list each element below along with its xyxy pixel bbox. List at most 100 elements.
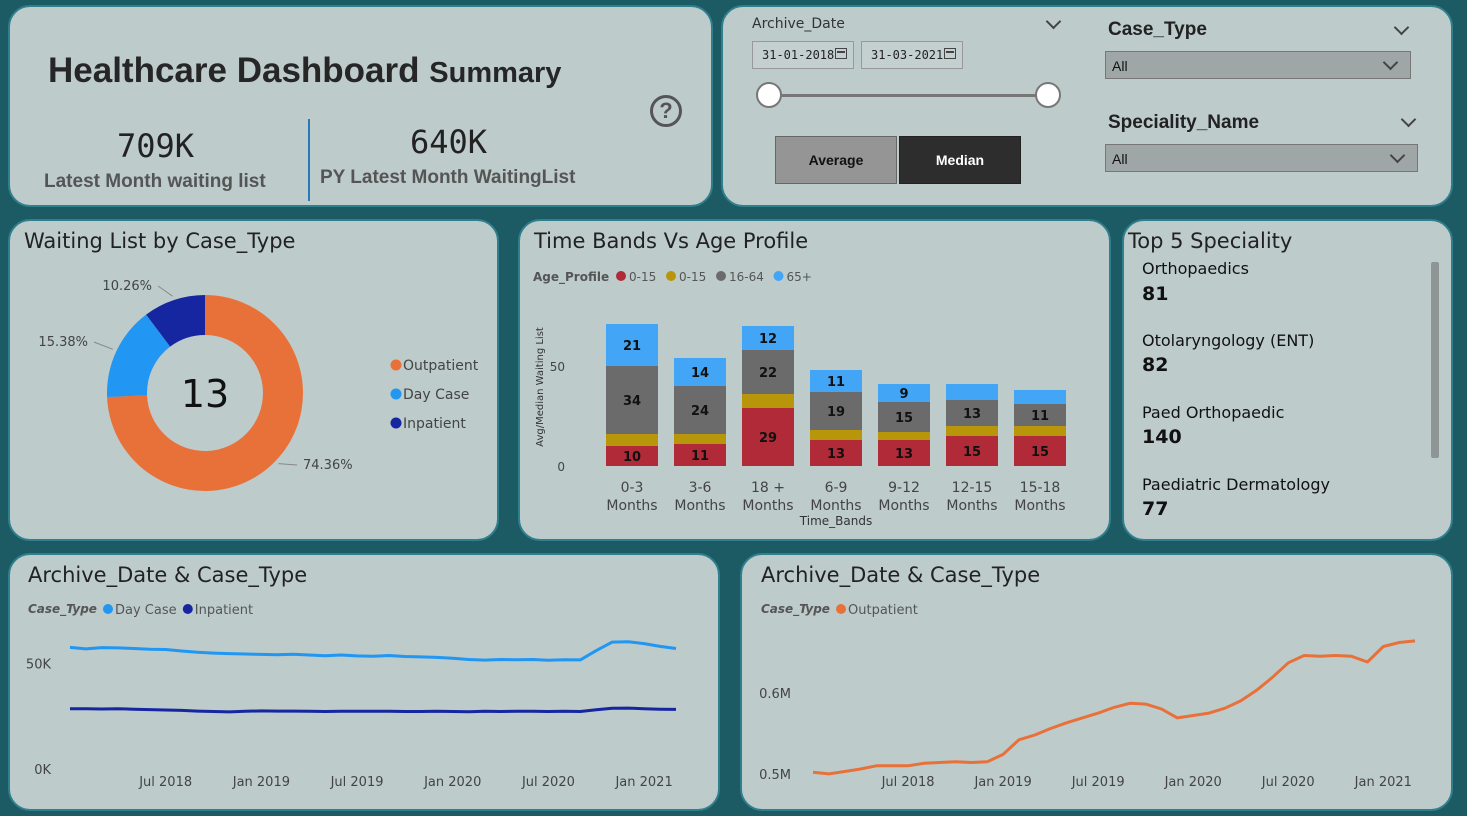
legend-title: Case_Type — [761, 602, 830, 617]
median-button[interactable]: Median — [899, 136, 1021, 184]
legend-label: Outpatient — [848, 603, 918, 618]
speciality-name: Otolaryngology (ENT) — [1142, 331, 1315, 350]
legend-label: Day Case — [403, 387, 469, 403]
bar-segment — [946, 426, 998, 436]
date-to-input[interactable]: 31-03-2021 — [861, 41, 963, 69]
donut-data-label: 10.26% — [102, 279, 152, 294]
bar-segment — [946, 384, 998, 400]
calendar-icon[interactable] — [835, 48, 847, 59]
x-tick-label: 18 + — [751, 480, 785, 496]
kpi-latest-month-label: Latest Month waiting list — [44, 171, 266, 192]
x-tick-label: 9-12 — [888, 480, 920, 496]
top5-card: Top 5 Speciality Orthopaedics 81 Otolary… — [1122, 219, 1453, 541]
legend-marker — [836, 604, 846, 614]
date-from-input[interactable]: 31-01-2018 — [752, 41, 854, 69]
summary-card: Healthcare Dashboard Summary 709K Latest… — [8, 5, 713, 207]
bar-segment — [1014, 426, 1066, 436]
x-tick-label: Jul 2019 — [1071, 775, 1125, 790]
bar-segment — [1014, 390, 1066, 404]
x-tick-label: Jan 2019 — [973, 775, 1031, 790]
x-tick-label: Months — [1014, 498, 1065, 514]
speciality-name: Orthopaedics — [1142, 259, 1249, 278]
chevron-down-icon — [1382, 54, 1399, 71]
x-tick-label: Jul 2018 — [881, 775, 935, 790]
legend-label: 65+ — [787, 270, 812, 284]
speciality-filter-label: Speciality_Name — [1108, 112, 1260, 133]
legend-marker — [390, 388, 402, 400]
donut-center-value: 13 — [181, 372, 229, 416]
subtitle-text: Summary — [429, 57, 562, 89]
date-range-slider[interactable] — [768, 94, 1050, 97]
speciality-value: 82 — [1142, 354, 1169, 376]
bar-data-label: 13 — [827, 447, 845, 462]
bar-data-label: 34 — [623, 394, 641, 409]
bar-data-label: 11 — [691, 449, 709, 464]
x-tick-label: Months — [946, 498, 997, 514]
legend-label: 0-15 — [629, 270, 656, 284]
legend-label: Outpatient — [403, 358, 479, 374]
top5-title: Top 5 Speciality — [1128, 229, 1293, 253]
bar-data-label: 21 — [623, 339, 641, 354]
x-tick-label: 6-9 — [825, 480, 848, 496]
bar-data-label: 11 — [827, 375, 845, 390]
legend-marker — [182, 604, 193, 614]
case-type-dropdown[interactable]: All — [1105, 51, 1411, 79]
x-tick-label: Months — [878, 498, 929, 514]
archive-date-label: Archive_Date — [752, 16, 845, 32]
x-tick-label: Jan 2020 — [423, 775, 481, 790]
help-icon[interactable]: ? — [650, 95, 682, 127]
y-tick-label: 50K — [26, 657, 52, 672]
donut-data-label: 74.36% — [303, 458, 353, 473]
title-text: Healthcare Dashboard — [48, 51, 420, 90]
bar-data-label: 15 — [963, 445, 981, 460]
series-line-inpatient — [70, 706, 677, 714]
series-line-outpatient — [812, 639, 1416, 776]
bar-segment — [606, 434, 658, 446]
kpi-latest-month-value: 709K — [117, 127, 195, 165]
legend-label: 16-64 — [729, 270, 764, 284]
slider-start-handle[interactable] — [756, 82, 782, 108]
legend-label: 0-15 — [679, 270, 706, 284]
x-tick-label: Months — [742, 498, 793, 514]
speciality-dropdown[interactable]: All — [1105, 144, 1418, 172]
y-tick-label: 0 — [557, 460, 565, 474]
stacked-bar-chart: Age_Profile 0-15 0-15 16-64 65+ 0 50 Avg/Median… — [533, 270, 1066, 528]
kpi-py-latest-month-value: 640K — [410, 123, 488, 161]
legend-marker — [103, 604, 113, 614]
x-tick-label: 15-18 — [1020, 480, 1061, 496]
x-tick-label: Jan 2021 — [1354, 775, 1412, 790]
legend-label: Day Case — [115, 603, 177, 618]
legend-title: Case_Type — [28, 602, 97, 617]
line-chart-day-inpatient: Case_Type Day Case Inpatient 0K 50K Jul 2018 J… — [26, 602, 677, 790]
y-tick-label: 50 — [550, 360, 565, 374]
bar-data-label: 15 — [1031, 445, 1049, 460]
top5-scrollbar[interactable] — [1431, 262, 1439, 458]
calendar-icon[interactable] — [944, 48, 956, 59]
x-tick-label: 12-15 — [952, 480, 993, 496]
chevron-down-icon — [1389, 147, 1406, 164]
x-axis-label: Time_Bands — [799, 514, 872, 528]
slider-end-handle[interactable] — [1035, 82, 1061, 108]
bar-data-label: 15 — [895, 411, 913, 426]
legend-marker — [773, 271, 784, 281]
bar-data-label: 22 — [759, 366, 777, 381]
bar-data-label: 19 — [827, 405, 845, 420]
x-tick-label: Jul 2018 — [138, 775, 192, 790]
average-button[interactable]: Average — [775, 136, 897, 184]
legend-marker — [390, 359, 402, 371]
x-tick-label: Jul 2019 — [330, 775, 384, 790]
x-tick-label: 0-3 — [621, 480, 644, 496]
y-axis-label: Avg/Median Waiting List — [535, 327, 546, 447]
x-tick-label: Months — [674, 498, 725, 514]
x-tick-label: Months — [606, 498, 657, 514]
x-tick-label: Jan 2021 — [614, 775, 672, 790]
speciality-name: Paed Orthopaedic — [1142, 403, 1285, 422]
date-to-text: 31-03-2021 — [871, 48, 944, 62]
donut-data-label: 15.38% — [38, 335, 88, 350]
donut-leader-line — [93, 341, 114, 350]
bar-data-label: 24 — [691, 404, 709, 419]
date-from-text: 31-01-2018 — [762, 48, 835, 62]
legend-marker — [390, 417, 402, 429]
x-tick-label: Jul 2020 — [521, 775, 575, 790]
bar-segment — [810, 430, 862, 440]
